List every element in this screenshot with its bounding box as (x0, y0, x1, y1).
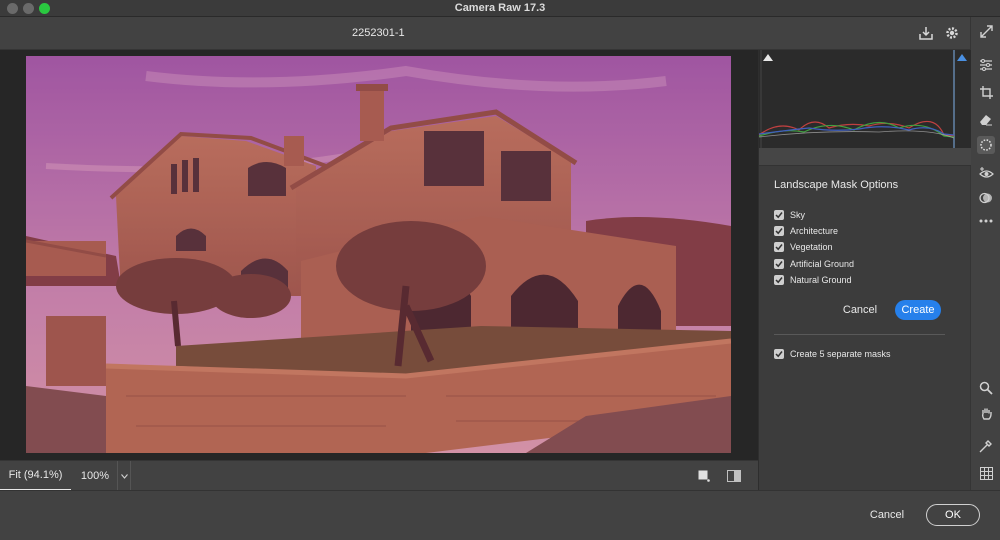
option-sky[interactable]: Sky (774, 208, 805, 222)
save-icon[interactable] (918, 25, 934, 41)
zoom-100-button[interactable]: 100% (73, 461, 117, 491)
mask-cancel-button[interactable]: Cancel (839, 300, 881, 320)
checkbox-natural-ground[interactable] (774, 275, 784, 285)
eraser-icon[interactable] (977, 110, 995, 128)
sampler-icon[interactable] (977, 437, 995, 455)
divider (774, 334, 945, 335)
zoom-icon[interactable] (977, 379, 995, 397)
checkbox-artificial-ground[interactable] (774, 259, 784, 269)
mask-options-title: Landscape Mask Options (774, 179, 899, 191)
histogram (758, 50, 971, 148)
top-bar: 2252301-1 (0, 17, 970, 50)
red-eye-icon[interactable] (977, 163, 995, 181)
option-vegetation[interactable]: Vegetation (774, 240, 833, 254)
title-bar: Camera Raw 17.3 (0, 0, 1000, 17)
option-label: Create 5 separate masks (790, 349, 891, 359)
ok-button[interactable]: OK (926, 504, 980, 526)
option-label: Architecture (790, 226, 839, 236)
tool-rail (970, 17, 1000, 490)
option-label: Natural Ground (790, 275, 852, 285)
checkbox-separate-masks[interactable] (774, 349, 784, 359)
highlight-clipping-icon[interactable] (956, 52, 968, 65)
checkbox-sky[interactable] (774, 210, 784, 220)
dialog-footer: Cancel OK (0, 490, 1000, 540)
option-label: Artificial Ground (790, 259, 855, 269)
file-name: 2252301-1 (352, 27, 405, 39)
crop-icon[interactable] (977, 83, 995, 101)
masking-icon[interactable] (977, 136, 995, 154)
preview-toggle-icon[interactable] (696, 468, 712, 484)
edit-panel: Landscape Mask Options Sky Architecture … (758, 50, 971, 490)
option-label: Sky (790, 210, 806, 220)
gear-icon[interactable] (944, 25, 960, 41)
checkbox-vegetation[interactable] (774, 242, 784, 252)
view-bar: Fit (94.1%) 100% (0, 460, 758, 491)
option-architecture[interactable]: Architecture (774, 224, 838, 238)
image-canvas[interactable] (0, 50, 758, 460)
hand-icon[interactable] (977, 405, 995, 423)
zoom-dropdown[interactable] (117, 461, 131, 491)
option-natural-ground[interactable]: Natural Ground (774, 273, 852, 287)
option-artificial-ground[interactable]: Artificial Ground (774, 257, 854, 271)
shadow-clipping-icon[interactable] (762, 52, 774, 65)
cancel-button[interactable]: Cancel (863, 504, 911, 526)
window-title: Camera Raw 17.3 (454, 2, 546, 14)
more-icon[interactable] (977, 212, 995, 230)
mask-create-button[interactable]: Create (895, 300, 941, 320)
zoom-fit-button[interactable]: Fit (94.1%) (0, 461, 71, 491)
histogram-footer (759, 148, 971, 166)
presets-icon[interactable] (977, 189, 995, 207)
option-label: Vegetation (790, 242, 833, 252)
chevron-down-icon (120, 470, 128, 482)
edit-sliders-icon[interactable] (977, 56, 995, 74)
before-after-icon[interactable] (726, 468, 742, 484)
option-separate-masks[interactable]: Create 5 separate masks (774, 347, 891, 361)
expand-icon[interactable] (977, 22, 995, 40)
checkbox-architecture[interactable] (774, 226, 784, 236)
grid-icon[interactable] (977, 464, 995, 482)
photo-preview[interactable] (26, 56, 731, 453)
